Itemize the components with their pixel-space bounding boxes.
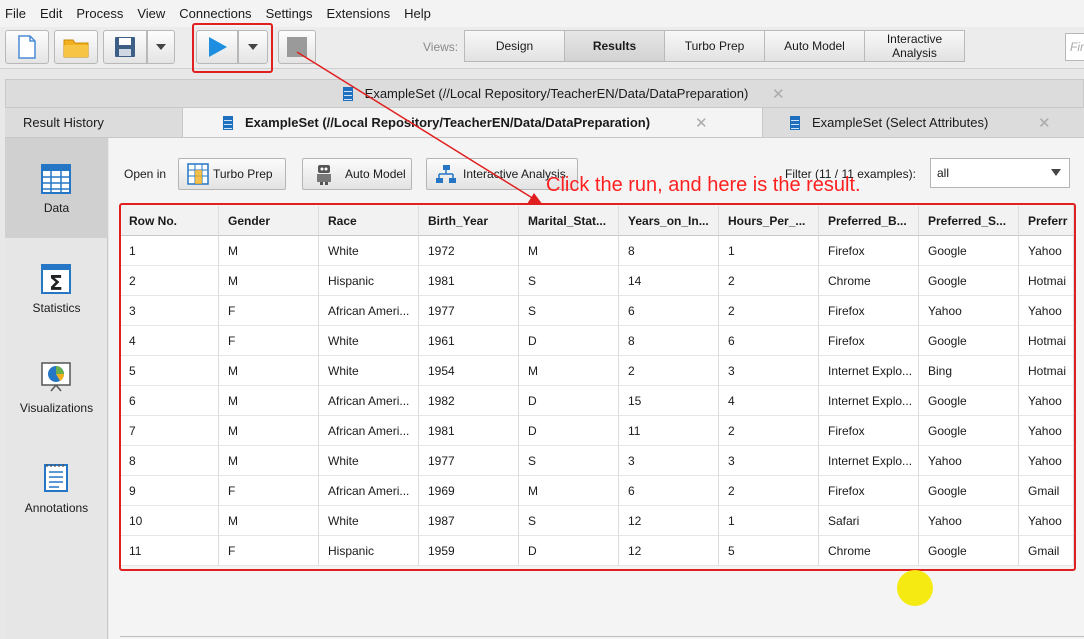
view-tab-results[interactable]: Results [564,30,665,62]
sidebar-item-statistics[interactable]: Σ Statistics [5,238,108,338]
close-icon[interactable]: ✕ [772,85,785,103]
sidebar-item-data[interactable]: Data [5,138,108,238]
button-label: Turbo Prep [213,167,273,181]
new-process-button[interactable] [5,30,49,64]
sidebar-item-visualizations[interactable]: Visualizations [5,338,108,438]
tab-result-history[interactable]: Result History [23,108,104,137]
sidebar-item-label: Statistics [32,301,81,315]
view-tab-auto-model[interactable]: Auto Model [764,30,865,62]
data-table-icon [223,115,233,130]
open-in-auto-model-button[interactable]: Auto Model [302,158,412,190]
statistics-icon: Σ [41,264,71,294]
data-table-icon [342,86,353,101]
annotation-text: Click the run, and here is the result. [546,174,861,196]
cursor-highlight [897,570,933,606]
tab-label: ExampleSet (Select Attributes) [812,115,989,130]
filter-value: all [937,166,950,180]
view-tab-design[interactable]: Design [464,30,565,62]
robot-icon [317,165,331,185]
filter-select[interactable]: all [930,158,1070,188]
menu-edit[interactable]: Edit [40,6,62,21]
turbo-prep-icon [187,163,209,185]
chevron-down-icon [1051,169,1061,176]
tab-label: ExampleSet (//Local Repository/TeacherEN… [245,115,651,130]
run-highlight-box [192,23,273,73]
result-tab-row: Result History ExampleSet (//Local Repos… [5,108,1084,138]
save-process-button[interactable] [103,30,147,64]
divider [120,636,1084,637]
sidebar-item-label: Annotations [24,501,89,515]
open-in-label: Open in [124,167,167,181]
menu-connections[interactable]: Connections [179,6,251,21]
menu-process[interactable]: Process [76,6,123,21]
save-dropdown-button[interactable] [147,30,175,64]
folder-icon [63,39,89,58]
view-tab-turbo-prep[interactable]: Turbo Prep [664,30,765,62]
result-view-sidebar: Data Σ Statistics Visualizations Annotat… [5,138,108,639]
new-document-icon [18,35,36,59]
annotations-icon [44,464,68,492]
tab-exampleset-active[interactable]: ExampleSet (//Local Repository/TeacherEN… [182,108,763,137]
view-tab-interactive-analysis[interactable]: Interactive Analysis [864,30,965,62]
views-label: Views: [423,40,459,54]
close-icon[interactable]: ✕ [1038,114,1051,132]
svg-text:Σ: Σ [49,271,63,294]
save-icon [115,37,135,57]
table-highlight-box [119,203,1076,571]
sidebar-item-annotations[interactable]: Annotations [5,438,108,538]
menu-settings[interactable]: Settings [266,6,313,21]
stop-button[interactable] [278,30,316,64]
sidebar-item-label: Data [43,201,70,215]
menu-file[interactable]: File [5,6,26,21]
tab-exampleset-top[interactable]: ExampleSet (//Local Repository/TeacherEN… [6,80,1084,107]
sidebar-item-label: Visualizations [19,401,94,415]
toolbar: Views: Design Results Turbo Prep Auto Mo… [0,27,1084,69]
chevron-down-icon [156,44,166,50]
table-icon [41,164,71,194]
button-label: Auto Model [345,167,406,181]
menu-extensions[interactable]: Extensions [327,6,391,21]
data-table-icon [790,115,800,130]
menu-help[interactable]: Help [404,6,431,21]
search-input[interactable]: Fir [1065,33,1084,61]
close-icon[interactable]: ✕ [695,114,708,132]
result-tab-row-top: ExampleSet (//Local Repository/TeacherEN… [5,79,1084,108]
tab-label: ExampleSet (//Local Repository/TeacherEN… [364,86,749,101]
tab-exampleset-select-attributes[interactable]: ExampleSet (Select Attributes) ✕ [790,108,1080,137]
hierarchy-icon [436,165,456,183]
menu-bar: File Edit Process View Connections Setti… [0,0,1084,27]
open-process-button[interactable] [54,30,98,64]
stop-icon [287,37,307,57]
open-in-turbo-prep-button[interactable]: Turbo Prep [178,158,286,190]
menu-view[interactable]: View [137,6,165,21]
visualizations-icon [41,362,71,392]
